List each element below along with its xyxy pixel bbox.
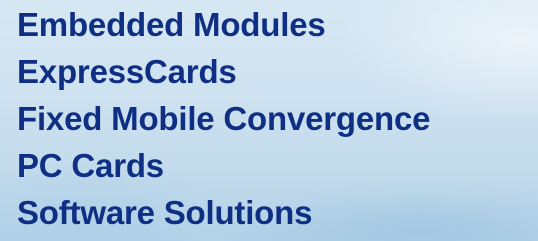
- menu-item-embedded-modules[interactable]: Embedded Modules: [17, 1, 430, 48]
- menu-item-pc-cards[interactable]: PC Cards: [17, 142, 430, 189]
- menu-item-expresscards[interactable]: ExpressCards: [17, 48, 430, 95]
- product-category-menu: Embedded Modules ExpressCards Fixed Mobi…: [17, 1, 430, 236]
- menu-item-fixed-mobile-convergence[interactable]: Fixed Mobile Convergence: [17, 95, 430, 142]
- menu-item-software-solutions[interactable]: Software Solutions: [17, 189, 430, 236]
